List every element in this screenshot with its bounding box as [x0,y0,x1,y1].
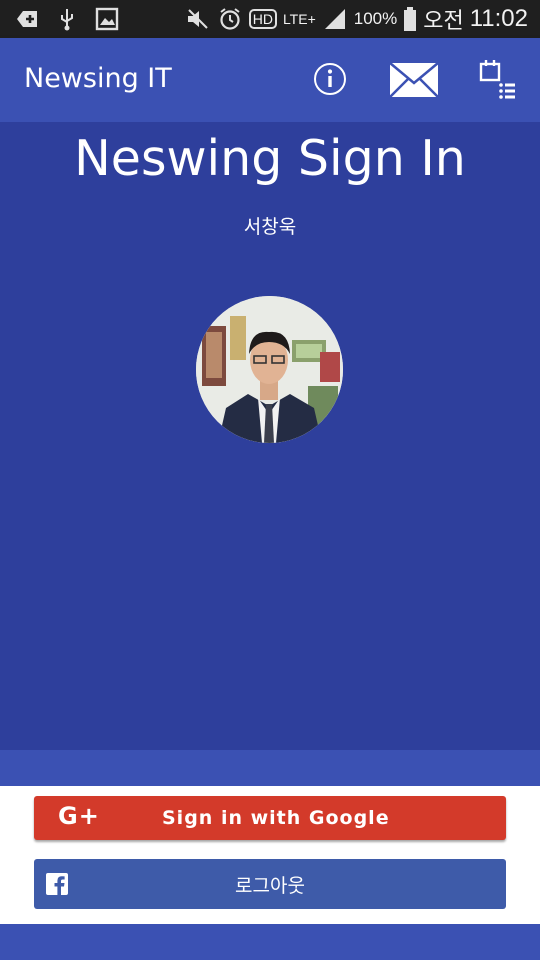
bottom-accent-strip [0,750,540,786]
battery-percent: 100% [353,9,398,28]
status-right-icons: HD LTE+ 100% 오전 11:02 [185,3,528,35]
status-left-icons [14,5,120,33]
alarm-icon [220,8,240,30]
clock-ampm: 오전 [423,8,464,33]
mail-icon[interactable] [389,62,439,98]
bottom-bar [0,924,540,960]
clock-time: 11:02 [469,5,528,32]
battery-icon [404,7,417,31]
user-name: 서창욱 [243,216,297,238]
app-title: Newsing IT [24,63,172,94]
google-plus-logo: G+ [58,802,100,830]
login-panel: G+ Sign in with Google 로그아웃 [0,786,540,924]
gallery-icon [95,7,119,31]
facebook-logout-label: 로그아웃 [235,875,305,897]
main-content: Neswing Sign In 서창욱 [0,122,540,750]
lte-badge: LTE+ [282,11,316,27]
info-icon[interactable] [313,62,347,96]
avatar [196,296,343,443]
app-bar: Newsing IT [0,38,540,122]
calendar-list-icon[interactable] [478,58,518,102]
google-sign-in-button[interactable]: G+ Sign in with Google [34,796,506,840]
facebook-logout-button[interactable]: 로그아웃 [34,859,506,909]
mute-icon [187,9,208,29]
page-title: Neswing Sign In [74,130,466,187]
google-sign-in-label: Sign in with Google [162,807,390,829]
hd-voice-badge: HD [248,9,277,29]
profile-photo [196,296,343,443]
plus-notification-icon [17,11,37,27]
usb-icon [61,9,73,31]
signal-icon [324,9,345,29]
status-bar: HD LTE+ 100% 오전 11:02 [0,0,540,38]
